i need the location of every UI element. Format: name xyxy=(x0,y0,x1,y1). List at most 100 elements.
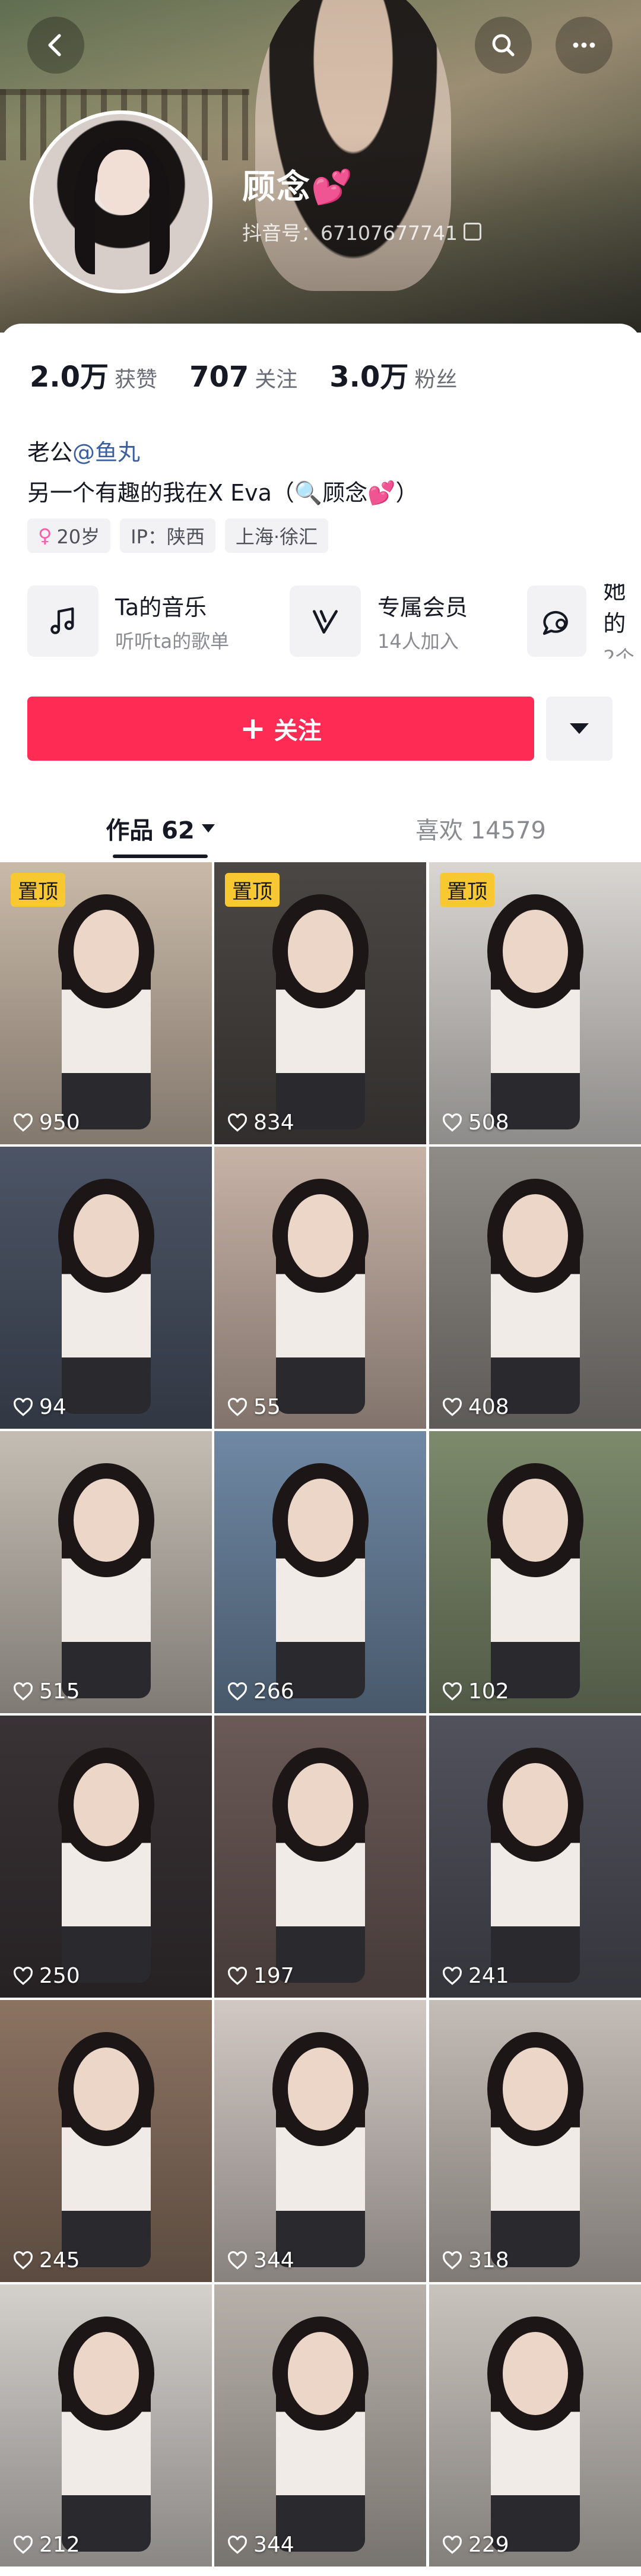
profile-tags: ♀ 20岁 IP：陕西 上海·徐汇 xyxy=(27,518,329,553)
video-like-number: 508 xyxy=(468,1110,509,1135)
stat-followers-label: 粉丝 xyxy=(414,368,458,392)
thumbnail-face xyxy=(502,1479,568,1562)
video-thumbnail[interactable]: 241 xyxy=(429,1716,641,1998)
video-thumbnail[interactable]: 229 xyxy=(429,2284,641,2566)
video-like-number: 229 xyxy=(468,2533,509,2557)
thumbnail-face xyxy=(73,2047,139,2131)
bio-line-1: 老公@鱼丸 xyxy=(27,434,140,467)
stat-followers[interactable]: 3.0万 粉丝 xyxy=(329,353,457,395)
stat-likes[interactable]: 2.0万 获赞 xyxy=(30,353,157,395)
tab-works[interactable]: 作品 62 xyxy=(0,799,320,858)
entry-group-chat-subtitle: 2个 xyxy=(603,646,634,659)
entry-music[interactable]: Ta的音乐 听听ta的歌单 xyxy=(27,584,229,659)
entry-membership[interactable]: 专属会员 14人加入 xyxy=(290,584,468,659)
entry-group-chat[interactable]: 她的 2个 xyxy=(527,584,641,659)
video-thumbnail[interactable]: 197 xyxy=(214,1716,426,1998)
nickname: 顾念💕 xyxy=(242,160,354,208)
caret-down-icon xyxy=(570,723,589,734)
douyin-id[interactable]: 抖音号：67107677741 xyxy=(242,217,481,246)
content-tabs: 作品 62 喜欢 14579 xyxy=(0,799,641,858)
video-thumbnail[interactable]: 212 xyxy=(0,2284,212,2566)
bio-line-2: 另一个有趣的我在X Eva（🔍顾念💕） xyxy=(27,474,418,507)
heart-icon xyxy=(14,1966,33,1985)
video-like-number: 197 xyxy=(253,1964,294,1988)
entry-music-title: Ta的音乐 xyxy=(115,594,207,621)
heart-icon xyxy=(228,2251,247,2270)
tag-age: ♀ 20岁 xyxy=(27,518,111,553)
heart-icon xyxy=(228,1966,247,1985)
video-like-count: 515 xyxy=(12,1679,80,1704)
tab-likes[interactable]: 喜欢 14579 xyxy=(320,799,641,858)
video-thumbnail[interactable]: 102 xyxy=(429,1431,641,1713)
video-like-count: 197 xyxy=(226,1964,294,1988)
more-dots-icon xyxy=(573,42,595,48)
more-actions-dropdown[interactable] xyxy=(546,697,613,761)
video-like-count: 229 xyxy=(441,2533,509,2557)
video-thumbnail[interactable]: 266 xyxy=(214,1431,426,1713)
video-like-count: 250 xyxy=(12,1964,80,1988)
heart-icon xyxy=(443,1682,462,1701)
tag-ip: IP：陕西 xyxy=(120,518,215,553)
follow-button[interactable]: + 关注 xyxy=(27,697,534,761)
heart-icon xyxy=(14,2535,33,2554)
video-thumbnail[interactable]: 344 xyxy=(214,2000,426,2282)
tag-location-text: 上海·徐汇 xyxy=(235,526,318,548)
tab-likes-label: 喜欢 14579 xyxy=(415,817,546,844)
video-like-number: 55 xyxy=(253,1395,281,1419)
thumbnail-face xyxy=(73,1763,139,1846)
pinned-badge: 置顶 xyxy=(225,873,280,907)
thumbnail-face xyxy=(502,1194,568,1277)
video-like-number: 950 xyxy=(39,1110,80,1135)
video-thumbnail[interactable]: 94 xyxy=(0,1147,212,1429)
tag-age-text: 20岁 xyxy=(56,526,100,548)
thumbnail-face xyxy=(287,910,353,993)
back-button[interactable] xyxy=(27,17,84,74)
stat-following[interactable]: 707 关注 xyxy=(189,360,297,394)
video-like-count: 950 xyxy=(12,1110,80,1135)
tag-ip-text: IP：陕西 xyxy=(131,526,205,548)
video-like-number: 344 xyxy=(253,2248,294,2273)
video-thumbnail[interactable]: 55 xyxy=(214,1147,426,1429)
video-like-number: 250 xyxy=(39,1964,80,1988)
video-like-number: 318 xyxy=(468,2248,509,2273)
heart-icon xyxy=(14,1682,33,1701)
video-like-count: 834 xyxy=(226,1110,294,1135)
video-like-number: 102 xyxy=(468,1679,509,1704)
copy-icon[interactable] xyxy=(463,223,481,240)
video-like-number: 241 xyxy=(468,1964,509,1988)
avatar[interactable] xyxy=(30,110,212,293)
search-button[interactable] xyxy=(475,17,532,74)
bio-line-2-suffix: ） xyxy=(395,480,418,506)
video-like-number: 94 xyxy=(39,1395,66,1419)
entry-membership-subtitle: 14人加入 xyxy=(377,629,459,653)
tag-location[interactable]: 上海·徐汇 xyxy=(224,518,329,553)
nickname-emoji: 💕 xyxy=(311,168,354,207)
video-thumbnail[interactable]: 置顶 950 xyxy=(0,862,212,1144)
video-thumbnail[interactable]: 245 xyxy=(0,2000,212,2282)
more-button[interactable] xyxy=(556,17,613,74)
heart-icon xyxy=(228,1682,247,1701)
bio-mention-link[interactable]: @鱼丸 xyxy=(72,439,140,466)
music-note-icon xyxy=(27,586,99,657)
video-like-count: 55 xyxy=(226,1395,281,1419)
video-thumbnail[interactable]: 250 xyxy=(0,1716,212,1998)
stat-following-label: 关注 xyxy=(255,368,298,392)
heart-icon xyxy=(443,1397,462,1416)
video-thumbnail[interactable]: 置顶 834 xyxy=(214,862,426,1144)
chat-icon xyxy=(527,586,587,657)
video-thumbnail[interactable]: 318 xyxy=(429,2000,641,2282)
chevron-left-icon xyxy=(48,34,61,56)
video-thumbnail[interactable]: 344 xyxy=(214,2284,426,2566)
stat-followers-num: 3.0万 xyxy=(329,360,409,394)
video-thumbnail[interactable]: 置顶 508 xyxy=(429,862,641,1144)
video-thumbnail[interactable]: 515 xyxy=(0,1431,212,1713)
video-like-number: 834 xyxy=(253,1110,294,1135)
vip-icon xyxy=(290,586,361,657)
video-thumbnail[interactable]: 408 xyxy=(429,1147,641,1429)
female-icon: ♀ xyxy=(38,524,52,547)
thumbnail-face xyxy=(502,2332,568,2415)
stat-likes-num: 2.0万 xyxy=(30,360,109,394)
video-like-count: 508 xyxy=(441,1110,509,1135)
video-like-count: 245 xyxy=(12,2248,80,2273)
nickname-text: 顾念 xyxy=(242,168,311,207)
